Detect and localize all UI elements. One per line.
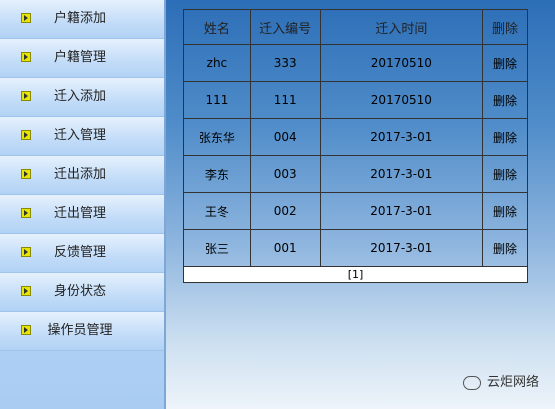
pager-row: [1] bbox=[183, 266, 528, 283]
cell-time: 2017-3-01 bbox=[319, 118, 484, 156]
table-row: 张东华 004 2017-3-01 删除 bbox=[183, 118, 528, 156]
delete-link[interactable]: 删除 bbox=[482, 192, 528, 230]
table-row: 王冬 002 2017-3-01 删除 bbox=[183, 192, 528, 230]
sidebar-item-label: 迁出添加 bbox=[53, 167, 106, 182]
wechat-icon bbox=[462, 375, 481, 390]
arrow-bullet-icon bbox=[21, 325, 31, 335]
sidebar-item-moveout-add[interactable]: 迁出添加 bbox=[0, 156, 164, 195]
table-row: zhc 333 20170510 删除 bbox=[183, 44, 528, 82]
cell-time: 2017-3-01 bbox=[319, 155, 484, 193]
column-header-name: 姓名 bbox=[183, 9, 251, 45]
sidebar-item-household-add[interactable]: 户籍添加 bbox=[0, 0, 164, 39]
watermark-text: 云炬网络 bbox=[486, 375, 539, 390]
cell-number: 001 bbox=[249, 229, 321, 267]
arrow-bullet-icon bbox=[21, 91, 31, 101]
cell-name: 张东华 bbox=[183, 118, 251, 156]
table-header-row: 姓名 迁入编号 迁入时间 删除 bbox=[183, 9, 528, 45]
sidebar-item-identity-status[interactable]: 身份状态 bbox=[0, 273, 164, 312]
table-row: 张三 001 2017-3-01 删除 bbox=[183, 229, 528, 267]
cell-time: 20170510 bbox=[319, 44, 484, 82]
sidebar-item-household-manage[interactable]: 户籍管理 bbox=[0, 39, 164, 78]
sidebar-item-movein-add[interactable]: 迁入添加 bbox=[0, 78, 164, 117]
sidebar-item-label: 操作员管理 bbox=[47, 323, 113, 338]
column-header-number: 迁入编号 bbox=[249, 9, 321, 45]
cell-name: 李东 bbox=[183, 155, 251, 193]
cell-time: 2017-3-01 bbox=[319, 192, 484, 230]
arrow-bullet-icon bbox=[21, 247, 31, 257]
sidebar-item-moveout-manage[interactable]: 迁出管理 bbox=[0, 195, 164, 234]
arrow-bullet-icon bbox=[21, 52, 31, 62]
sidebar-menu: 户籍添加 户籍管理 迁入添加 迁入管理 迁出添加 迁出管理 反馈管理 身份状态 … bbox=[0, 0, 166, 409]
cell-name: 111 bbox=[183, 81, 251, 119]
arrow-bullet-icon bbox=[21, 169, 31, 179]
column-header-delete: 删除 bbox=[482, 9, 528, 45]
cell-name: 张三 bbox=[183, 229, 251, 267]
movein-table: 姓名 迁入编号 迁入时间 删除 zhc 333 20170510 删除 111 … bbox=[183, 9, 528, 283]
delete-link[interactable]: 删除 bbox=[482, 155, 528, 193]
delete-link[interactable]: 删除 bbox=[482, 81, 528, 119]
cell-name: zhc bbox=[183, 44, 251, 82]
cell-number: 003 bbox=[249, 155, 321, 193]
arrow-bullet-icon bbox=[21, 286, 31, 296]
sidebar-item-label: 迁出管理 bbox=[53, 206, 106, 221]
delete-link[interactable]: 删除 bbox=[482, 229, 528, 267]
sidebar-item-label: 身份状态 bbox=[53, 284, 106, 299]
sidebar-item-label: 反馈管理 bbox=[53, 245, 106, 260]
page-link[interactable]: [1] bbox=[183, 266, 528, 283]
cell-number: 002 bbox=[249, 192, 321, 230]
table-row: 111 111 20170510 删除 bbox=[183, 81, 528, 119]
watermark: 云炬网络 bbox=[462, 373, 539, 393]
cell-name: 王冬 bbox=[183, 192, 251, 230]
sidebar-item-movein-manage[interactable]: 迁入管理 bbox=[0, 117, 164, 156]
sidebar-item-feedback-manage[interactable]: 反馈管理 bbox=[0, 234, 164, 273]
sidebar-item-label: 户籍管理 bbox=[53, 50, 106, 65]
delete-link[interactable]: 删除 bbox=[482, 44, 528, 82]
cell-number: 111 bbox=[249, 81, 321, 119]
sidebar-item-label: 迁入添加 bbox=[53, 89, 106, 104]
cell-time: 20170510 bbox=[319, 81, 484, 119]
arrow-bullet-icon bbox=[21, 130, 31, 140]
column-header-time: 迁入时间 bbox=[319, 9, 484, 45]
sidebar-item-label: 户籍添加 bbox=[53, 11, 106, 26]
arrow-bullet-icon bbox=[21, 208, 31, 218]
cell-number: 004 bbox=[249, 118, 321, 156]
main-content: 姓名 迁入编号 迁入时间 删除 zhc 333 20170510 删除 111 … bbox=[166, 0, 555, 409]
sidebar-item-operator-manage[interactable]: 操作员管理 bbox=[0, 312, 164, 351]
cell-time: 2017-3-01 bbox=[319, 229, 484, 267]
delete-link[interactable]: 删除 bbox=[482, 118, 528, 156]
sidebar-item-label: 迁入管理 bbox=[53, 128, 106, 143]
table-row: 李东 003 2017-3-01 删除 bbox=[183, 155, 528, 193]
arrow-bullet-icon bbox=[21, 13, 31, 23]
cell-number: 333 bbox=[249, 44, 321, 82]
